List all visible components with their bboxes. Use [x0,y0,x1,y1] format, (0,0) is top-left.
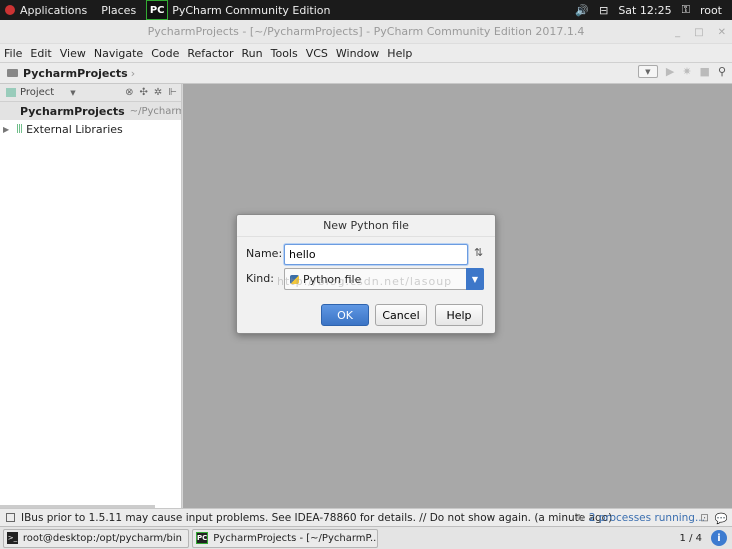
python-file-icon [290,274,299,284]
pycharm-app-icon[interactable]: PC [146,0,169,20]
spinner-icon: ↻ [576,512,585,524]
taskbar-item-pycharm[interactable]: PC PycharmProjects - [~/PycharmP... [192,528,378,548]
search-icon[interactable]: ⚲ [718,65,726,78]
project-panel-header: Project ▼ ⊗ ✣ ✲ ⊩ [0,84,181,102]
terminal-icon: >_ [7,532,18,544]
kind-label: Kind: [246,272,274,285]
menu-edit[interactable]: Edit [30,47,51,60]
menu-file[interactable]: File [4,47,22,60]
collapse-all-icon[interactable]: ✣ [140,87,148,98]
gear-icon[interactable]: ✲ [154,87,162,98]
folder-icon [7,69,18,77]
kind-selected-value: Python file [303,272,362,286]
window-title: PycharmProjects - [~/PycharmProjects] - … [147,25,585,38]
gnome-top-bar: Applications Places PC PyCharm Community… [0,0,732,20]
cancel-button[interactable]: Cancel [375,304,427,326]
menu-run[interactable]: Run [242,47,263,60]
name-label: Name: [246,247,283,260]
library-icon: ||| [16,124,23,134]
taskbar: >_ root@desktop:/opt/pycharm/bin PC Pych… [0,526,732,549]
scroll-from-source-icon[interactable]: ⊗ [125,87,133,98]
minimize-icon[interactable]: _ [675,27,680,38]
tree-item-external-libraries[interactable]: ▶ ||| External Libraries [0,120,181,138]
expand-arrow-icon[interactable]: ▶ [3,125,13,134]
kind-select[interactable]: Python file ▼ [284,268,484,290]
tool-windows-icon[interactable] [6,513,15,522]
background-processes[interactable]: ↻ 2 processes running... [576,509,705,526]
menu-view[interactable]: View [60,47,86,60]
clock[interactable]: Sat 12:25 [618,4,671,17]
distro-logo-icon [5,5,15,15]
navigation-bar: PycharmProjects › ▼ ▶ ✷ ■ ⚲ [0,62,732,84]
project-view-icon [6,88,16,97]
active-app-name[interactable]: PyCharm Community Edition [172,4,330,17]
menu-navigate[interactable]: Navigate [94,47,143,60]
maximize-icon[interactable]: □ [694,27,703,38]
lock-icon[interactable]: ⊡ [700,512,709,524]
status-message[interactable]: IBus prior to 1.5.11 may cause input pro… [21,512,612,524]
run-configuration-dropdown[interactable]: ▼ [637,65,658,78]
places-menu[interactable]: Places [101,4,136,17]
status-bar: IBus prior to 1.5.11 may cause input pro… [0,508,732,526]
pycharm-task-label: PycharmProjects - [~/PycharmP... [213,532,378,544]
help-button[interactable]: Help [435,304,483,326]
event-log-icon[interactable]: 💬 [715,512,728,525]
hide-panel-icon[interactable]: ⊩ [168,87,177,98]
speaker-icon[interactable]: 🔊 [575,4,589,17]
tree-item-project-root[interactable]: PycharmProjects ~/PycharmPr [0,102,181,120]
external-libraries-label: External Libraries [26,122,123,136]
project-root-name: PycharmProjects [20,104,125,118]
menu-tools[interactable]: Tools [271,47,298,60]
window-titlebar: PycharmProjects - [~/PycharmProjects] - … [0,20,732,44]
user-name[interactable]: root [700,4,722,17]
ok-button[interactable]: OK [321,304,369,326]
dialog-title: New Python file [237,215,495,237]
run-icon[interactable]: ▶ [666,65,674,78]
name-input[interactable] [284,244,468,265]
new-python-file-dialog: New Python file Name: ⇅ Kind: Python fil… [236,214,496,334]
pycharm-icon: PC [196,532,209,544]
project-tool-window: Project ▼ ⊗ ✣ ✲ ⊩ PycharmProjects ~/Pych… [0,84,182,508]
terminal-task-label: root@desktop:/opt/pycharm/bin [22,532,182,544]
breadcrumb[interactable]: PycharmProjects [23,67,128,80]
menu-window[interactable]: Window [336,47,379,60]
chevron-down-icon[interactable]: ▼ [466,268,484,290]
processes-label[interactable]: 2 processes running... [589,512,705,524]
menu-refactor[interactable]: Refactor [187,47,233,60]
menu-code[interactable]: Code [151,47,179,60]
chevron-down-icon[interactable]: ▼ [70,89,75,97]
menu-bar: File Edit View Navigate Code Refactor Ru… [0,44,732,62]
sort-icon[interactable]: ⇅ [474,246,483,259]
applications-label: Applications [20,3,88,17]
project-view-label[interactable]: Project [20,87,54,98]
project-root-path: ~/PycharmPr [129,105,181,117]
breadcrumb-chevron-icon: › [130,66,136,80]
info-icon[interactable]: i [711,530,727,546]
menu-vcs[interactable]: VCS [306,47,328,60]
menu-help[interactable]: Help [387,47,412,60]
debug-icon[interactable]: ✷ [682,65,691,78]
workspace-pager[interactable]: 1 / 4 [680,527,702,549]
stop-icon[interactable]: ■ [700,65,710,78]
taskbar-item-terminal[interactable]: >_ root@desktop:/opt/pycharm/bin [3,528,189,548]
close-icon[interactable]: ✕ [718,27,726,38]
user-menu-icon[interactable]: ⚿ [682,3,690,17]
network-icon[interactable]: ⊟ [599,4,608,17]
applications-menu[interactable]: Applications [0,4,87,17]
